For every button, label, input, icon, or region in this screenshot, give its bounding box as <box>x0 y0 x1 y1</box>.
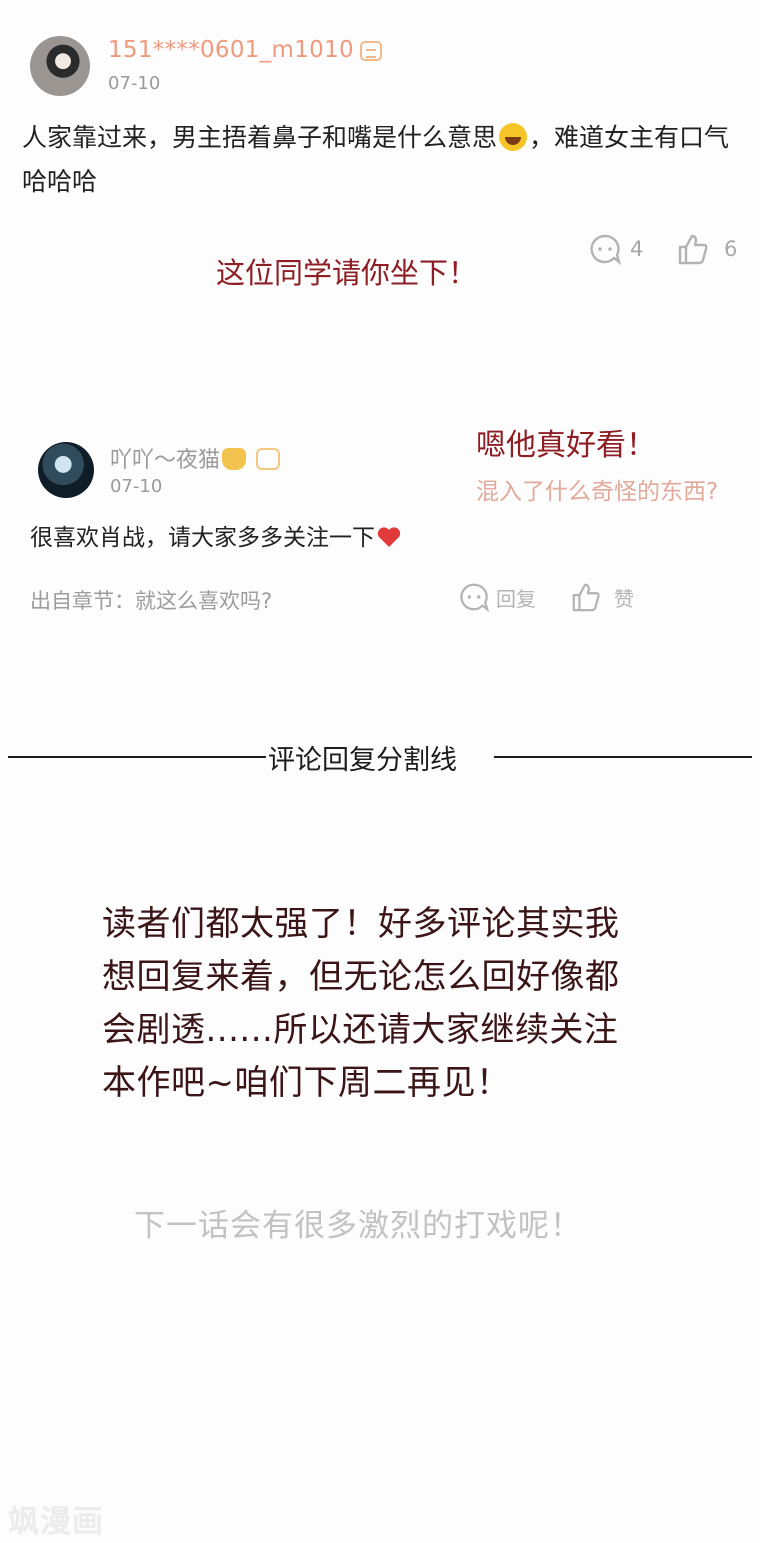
author-message-line: 本作吧~咱们下周二再见！ <box>102 1063 511 1103</box>
avatar[interactable] <box>38 442 94 498</box>
like-button[interactable]: 6 <box>676 232 737 266</box>
comment-text: 很喜欢肖战，请大家多多关注一下 <box>30 525 375 551</box>
comment-date: 07-10 <box>108 73 161 94</box>
like-count: 6 <box>724 237 738 261</box>
comment-text: 人家靠过来，男主捂着鼻子和嘴是什么意思 <box>22 123 498 152</box>
thumbs-up-icon <box>572 583 600 612</box>
comment-body: 很喜欢肖战，请大家多多关注一下 <box>30 518 401 552</box>
comment-date: 07-10 <box>110 476 163 497</box>
avatar[interactable] <box>30 36 90 96</box>
comment-username[interactable]: 151****0601_m1010 <box>108 37 382 63</box>
reply-label: 回复 <box>496 586 536 611</box>
comment-body: 人家靠过来，男主捂着鼻子和嘴是什么意思 ，难道女主有口气哈哈哈 <box>22 116 742 204</box>
reply-button[interactable]: 4 <box>588 232 643 266</box>
watermark-logo: 飒漫画 <box>8 1504 104 1540</box>
divider-label: 评论回复分割线 <box>268 745 457 776</box>
comment-username[interactable]: 吖吖～夜猫 <box>110 442 281 474</box>
username-text: 吖吖～夜猫 <box>110 448 221 473</box>
username-text: 151****0601_m1010 <box>108 37 354 63</box>
comment-bubble-icon <box>590 234 622 266</box>
cat-emoji-icon <box>222 448 247 470</box>
section-divider: 评论回复分割线 <box>0 736 760 776</box>
red-heart-icon <box>377 527 401 547</box>
author-message-line: 会剧透......所以还请大家继续关注 <box>102 1010 619 1050</box>
author-message-line: 读者们都太强了！好多评论其实我 <box>102 904 620 944</box>
author-message: 读者们都太强了！好多评论其实我 想回复来着，但无论怎么回好像都 会剧透.....… <box>102 898 682 1110</box>
author-annotation: 这位同学请你坐下！ <box>216 256 478 290</box>
reply-count: 4 <box>630 237 644 261</box>
divider-line-left <box>8 756 266 758</box>
chapter-source[interactable]: 出自章节：就这么喜欢吗? <box>30 585 272 615</box>
reply-button[interactable]: 回复 <box>458 581 536 613</box>
author-annotation-pink: 混入了什么奇怪的东西? <box>476 479 719 505</box>
thumbs-up-icon <box>678 234 708 265</box>
author-annotation: 嗯他真好看！ <box>476 428 656 463</box>
like-label: 赞 <box>614 586 634 611</box>
laughing-emoji-icon <box>499 123 528 151</box>
vip-badge-icon <box>359 40 382 61</box>
vip-badge-icon <box>256 448 281 470</box>
like-button[interactable]: 赞 <box>570 581 634 613</box>
next-chapter-teaser: 下一话会有很多激烈的打戏呢！ <box>134 1208 582 1244</box>
divider-line-right <box>494 756 752 758</box>
comment-bubble-icon <box>460 583 490 613</box>
author-message-line: 想回复来着，但无论怎么回好像都 <box>102 957 620 997</box>
